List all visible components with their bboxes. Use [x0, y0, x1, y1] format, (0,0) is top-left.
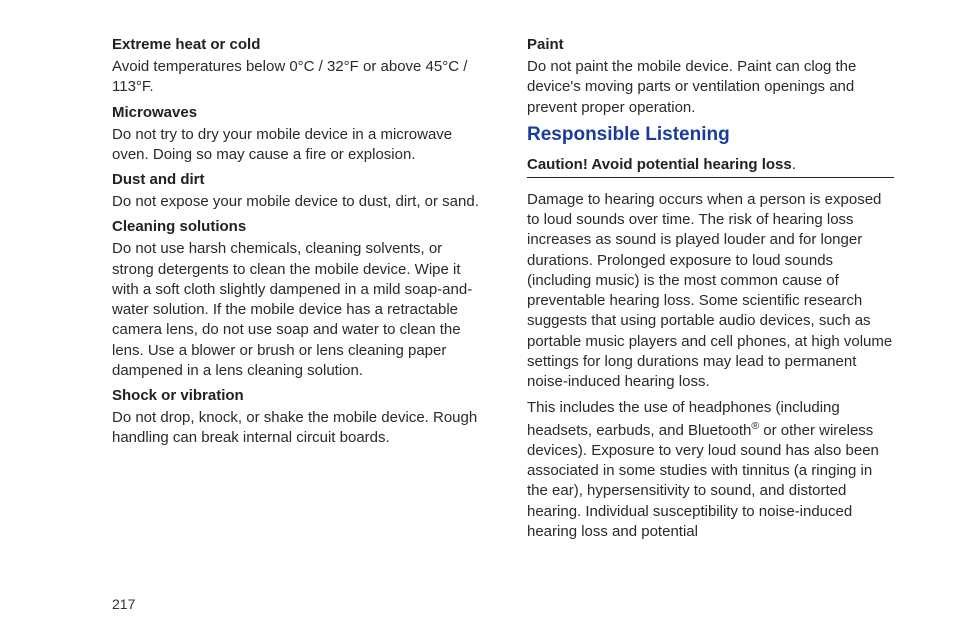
body-extreme-heat: Avoid temperatures below 0°C / 32°F or a…	[112, 57, 479, 98]
body-hearing-p2: This includes the use of headphones (inc…	[527, 398, 894, 542]
body-dust-dirt: Do not expose your mobile device to dust…	[112, 192, 479, 212]
heading-cleaning-solutions: Cleaning solutions	[112, 218, 479, 235]
caution-bold: Caution! Avoid potential hearing loss	[527, 156, 792, 173]
heading-microwaves: Microwaves	[112, 104, 479, 121]
page-number: 217	[112, 596, 135, 612]
body-microwaves: Do not try to dry your mobile device in …	[112, 125, 479, 166]
left-column: Extreme heat or cold Avoid temperatures …	[112, 30, 479, 616]
p2-part-b: or other wireless devices). Exposure to …	[527, 422, 879, 540]
page: Extreme heat or cold Avoid temperatures …	[0, 0, 954, 636]
right-column: Paint Do not paint the mobile device. Pa…	[527, 30, 894, 616]
body-paint: Do not paint the mobile device. Paint ca…	[527, 57, 894, 118]
heading-extreme-heat: Extreme heat or cold	[112, 36, 479, 53]
body-cleaning-solutions: Do not use harsh chemicals, cleaning sol…	[112, 239, 479, 381]
caution-hearing-loss: Caution! Avoid potential hearing loss.	[527, 156, 894, 178]
body-shock-vibration: Do not drop, knock, or shake the mobile …	[112, 408, 479, 449]
heading-dust-dirt: Dust and dirt	[112, 171, 479, 188]
section-responsible-listening: Responsible Listening	[527, 124, 894, 146]
body-hearing-p1: Damage to hearing occurs when a person i…	[527, 190, 894, 393]
heading-paint: Paint	[527, 36, 894, 53]
caution-tail: .	[792, 156, 796, 173]
heading-shock-vibration: Shock or vibration	[112, 387, 479, 404]
registered-mark-icon: ®	[751, 420, 759, 432]
